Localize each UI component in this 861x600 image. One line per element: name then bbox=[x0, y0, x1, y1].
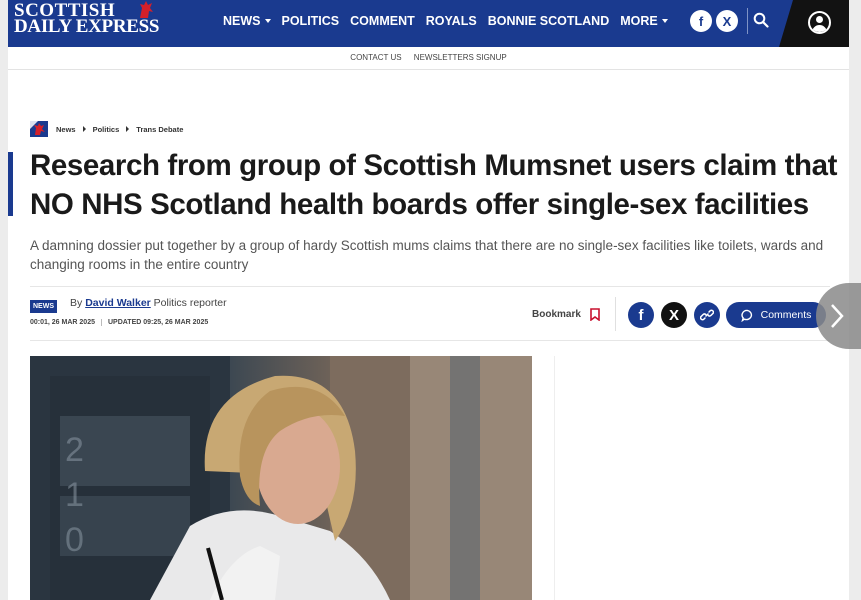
nav-bonnie-scotland-label: BONNIE SCOTLAND bbox=[487, 14, 610, 28]
breadcrumb-news[interactable]: News bbox=[56, 125, 76, 134]
svg-text:0: 0 bbox=[65, 521, 84, 559]
user-icon bbox=[808, 11, 831, 34]
newsletters-signup-link[interactable]: NEWSLETTERS SIGNUP bbox=[414, 53, 507, 62]
share-x-icon[interactable]: X bbox=[661, 302, 687, 328]
article-standfirst: A damning dossier put together by a grou… bbox=[30, 238, 824, 272]
byline: By David Walker Politics reporter bbox=[70, 297, 227, 309]
author-role: Politics reporter bbox=[153, 297, 227, 309]
photo-woman-smiling: 2 1 0 bbox=[30, 356, 532, 600]
byline-prefix: By bbox=[70, 297, 83, 309]
comments-button[interactable]: Comments bbox=[726, 302, 826, 328]
lion-icon bbox=[140, 1, 153, 18]
comments-label: Comments bbox=[760, 309, 812, 321]
breadcrumb: News Politics Trans Debate bbox=[30, 121, 183, 137]
header-divider bbox=[747, 8, 748, 34]
share-facebook-icon[interactable]: f bbox=[628, 302, 654, 328]
news-badge: NEWS bbox=[30, 300, 57, 313]
nav-more-label: MORE bbox=[620, 14, 658, 28]
svg-text:2: 2 bbox=[65, 431, 84, 469]
chevron-right-icon bbox=[82, 126, 86, 132]
headline-accent-bar bbox=[8, 152, 13, 216]
facebook-glyph: f bbox=[638, 306, 644, 324]
x-glyph: X bbox=[722, 13, 732, 29]
bookmark-label: Bookmark bbox=[532, 309, 581, 320]
updated-date: UPDATED 09:25, 26 MAR 2025 bbox=[100, 319, 209, 326]
article-hero-image[interactable]: 2 1 0 bbox=[30, 356, 532, 600]
nav-news[interactable]: NEWS bbox=[223, 14, 271, 28]
nav-royals-label: ROYALS bbox=[425, 14, 477, 28]
top-navigation-bar: SCOTTISH DAILY EXPRESS NEWS POLITICS COM… bbox=[8, 0, 849, 47]
svg-text:1: 1 bbox=[65, 476, 84, 514]
account-button[interactable] bbox=[779, 0, 849, 47]
breadcrumb-politics[interactable]: Politics bbox=[93, 125, 120, 134]
sidebar-divider bbox=[554, 356, 555, 600]
contact-us-link[interactable]: CONTACT US bbox=[350, 53, 401, 62]
search-icon[interactable] bbox=[753, 12, 769, 28]
lion-icon bbox=[30, 121, 45, 135]
chevron-right-icon bbox=[126, 126, 130, 132]
article-dates: 00:01, 26 MAR 2025 UPDATED 09:25, 26 MAR … bbox=[30, 319, 209, 326]
nav-politics-label: POLITICS bbox=[281, 14, 340, 28]
article-headline: Research from group of Scottish Mumsnet … bbox=[30, 149, 838, 221]
logo-line-2: DAILY EXPRESS bbox=[14, 16, 160, 37]
nav-comment-label: COMMENT bbox=[350, 14, 415, 28]
link-icon bbox=[700, 309, 714, 321]
bookmark-icon bbox=[590, 308, 600, 321]
x-glyph: X bbox=[668, 306, 679, 324]
breadcrumb-trans-debate[interactable]: Trans Debate bbox=[136, 125, 183, 134]
chevron-down-icon bbox=[661, 19, 668, 23]
nav-more[interactable]: MORE bbox=[620, 14, 668, 28]
nav-politics[interactable]: POLITICS bbox=[282, 14, 340, 28]
divider bbox=[30, 340, 830, 341]
chevron-down-icon bbox=[264, 19, 271, 23]
divider bbox=[30, 286, 830, 287]
nav-news-label: NEWS bbox=[223, 14, 261, 28]
main-nav: NEWS POLITICS COMMENT ROYALS BONNIE SCOT… bbox=[223, 14, 679, 28]
published-date: 00:01, 26 MAR 2025 bbox=[30, 319, 95, 326]
copy-link-icon[interactable] bbox=[694, 302, 720, 328]
bookmark-button[interactable]: Bookmark bbox=[532, 308, 600, 321]
facebook-icon[interactable]: f bbox=[690, 10, 712, 32]
nav-comment[interactable]: COMMENT bbox=[350, 14, 415, 28]
author-link[interactable]: David Walker bbox=[85, 297, 151, 309]
x-twitter-icon[interactable]: X bbox=[716, 10, 738, 32]
facebook-glyph: f bbox=[698, 13, 704, 29]
secondary-nav: CONTACT US NEWSLETTERS SIGNUP bbox=[8, 47, 849, 70]
speech-bubble-icon bbox=[740, 309, 752, 322]
nav-bonnie-scotland[interactable]: BONNIE SCOTLAND bbox=[488, 14, 610, 28]
section-logo-icon[interactable] bbox=[30, 121, 48, 137]
divider bbox=[615, 297, 616, 331]
nav-royals[interactable]: ROYALS bbox=[426, 14, 477, 28]
page: SCOTTISH DAILY EXPRESS NEWS POLITICS COM… bbox=[8, 0, 861, 600]
chevron-right-icon bbox=[831, 304, 844, 328]
